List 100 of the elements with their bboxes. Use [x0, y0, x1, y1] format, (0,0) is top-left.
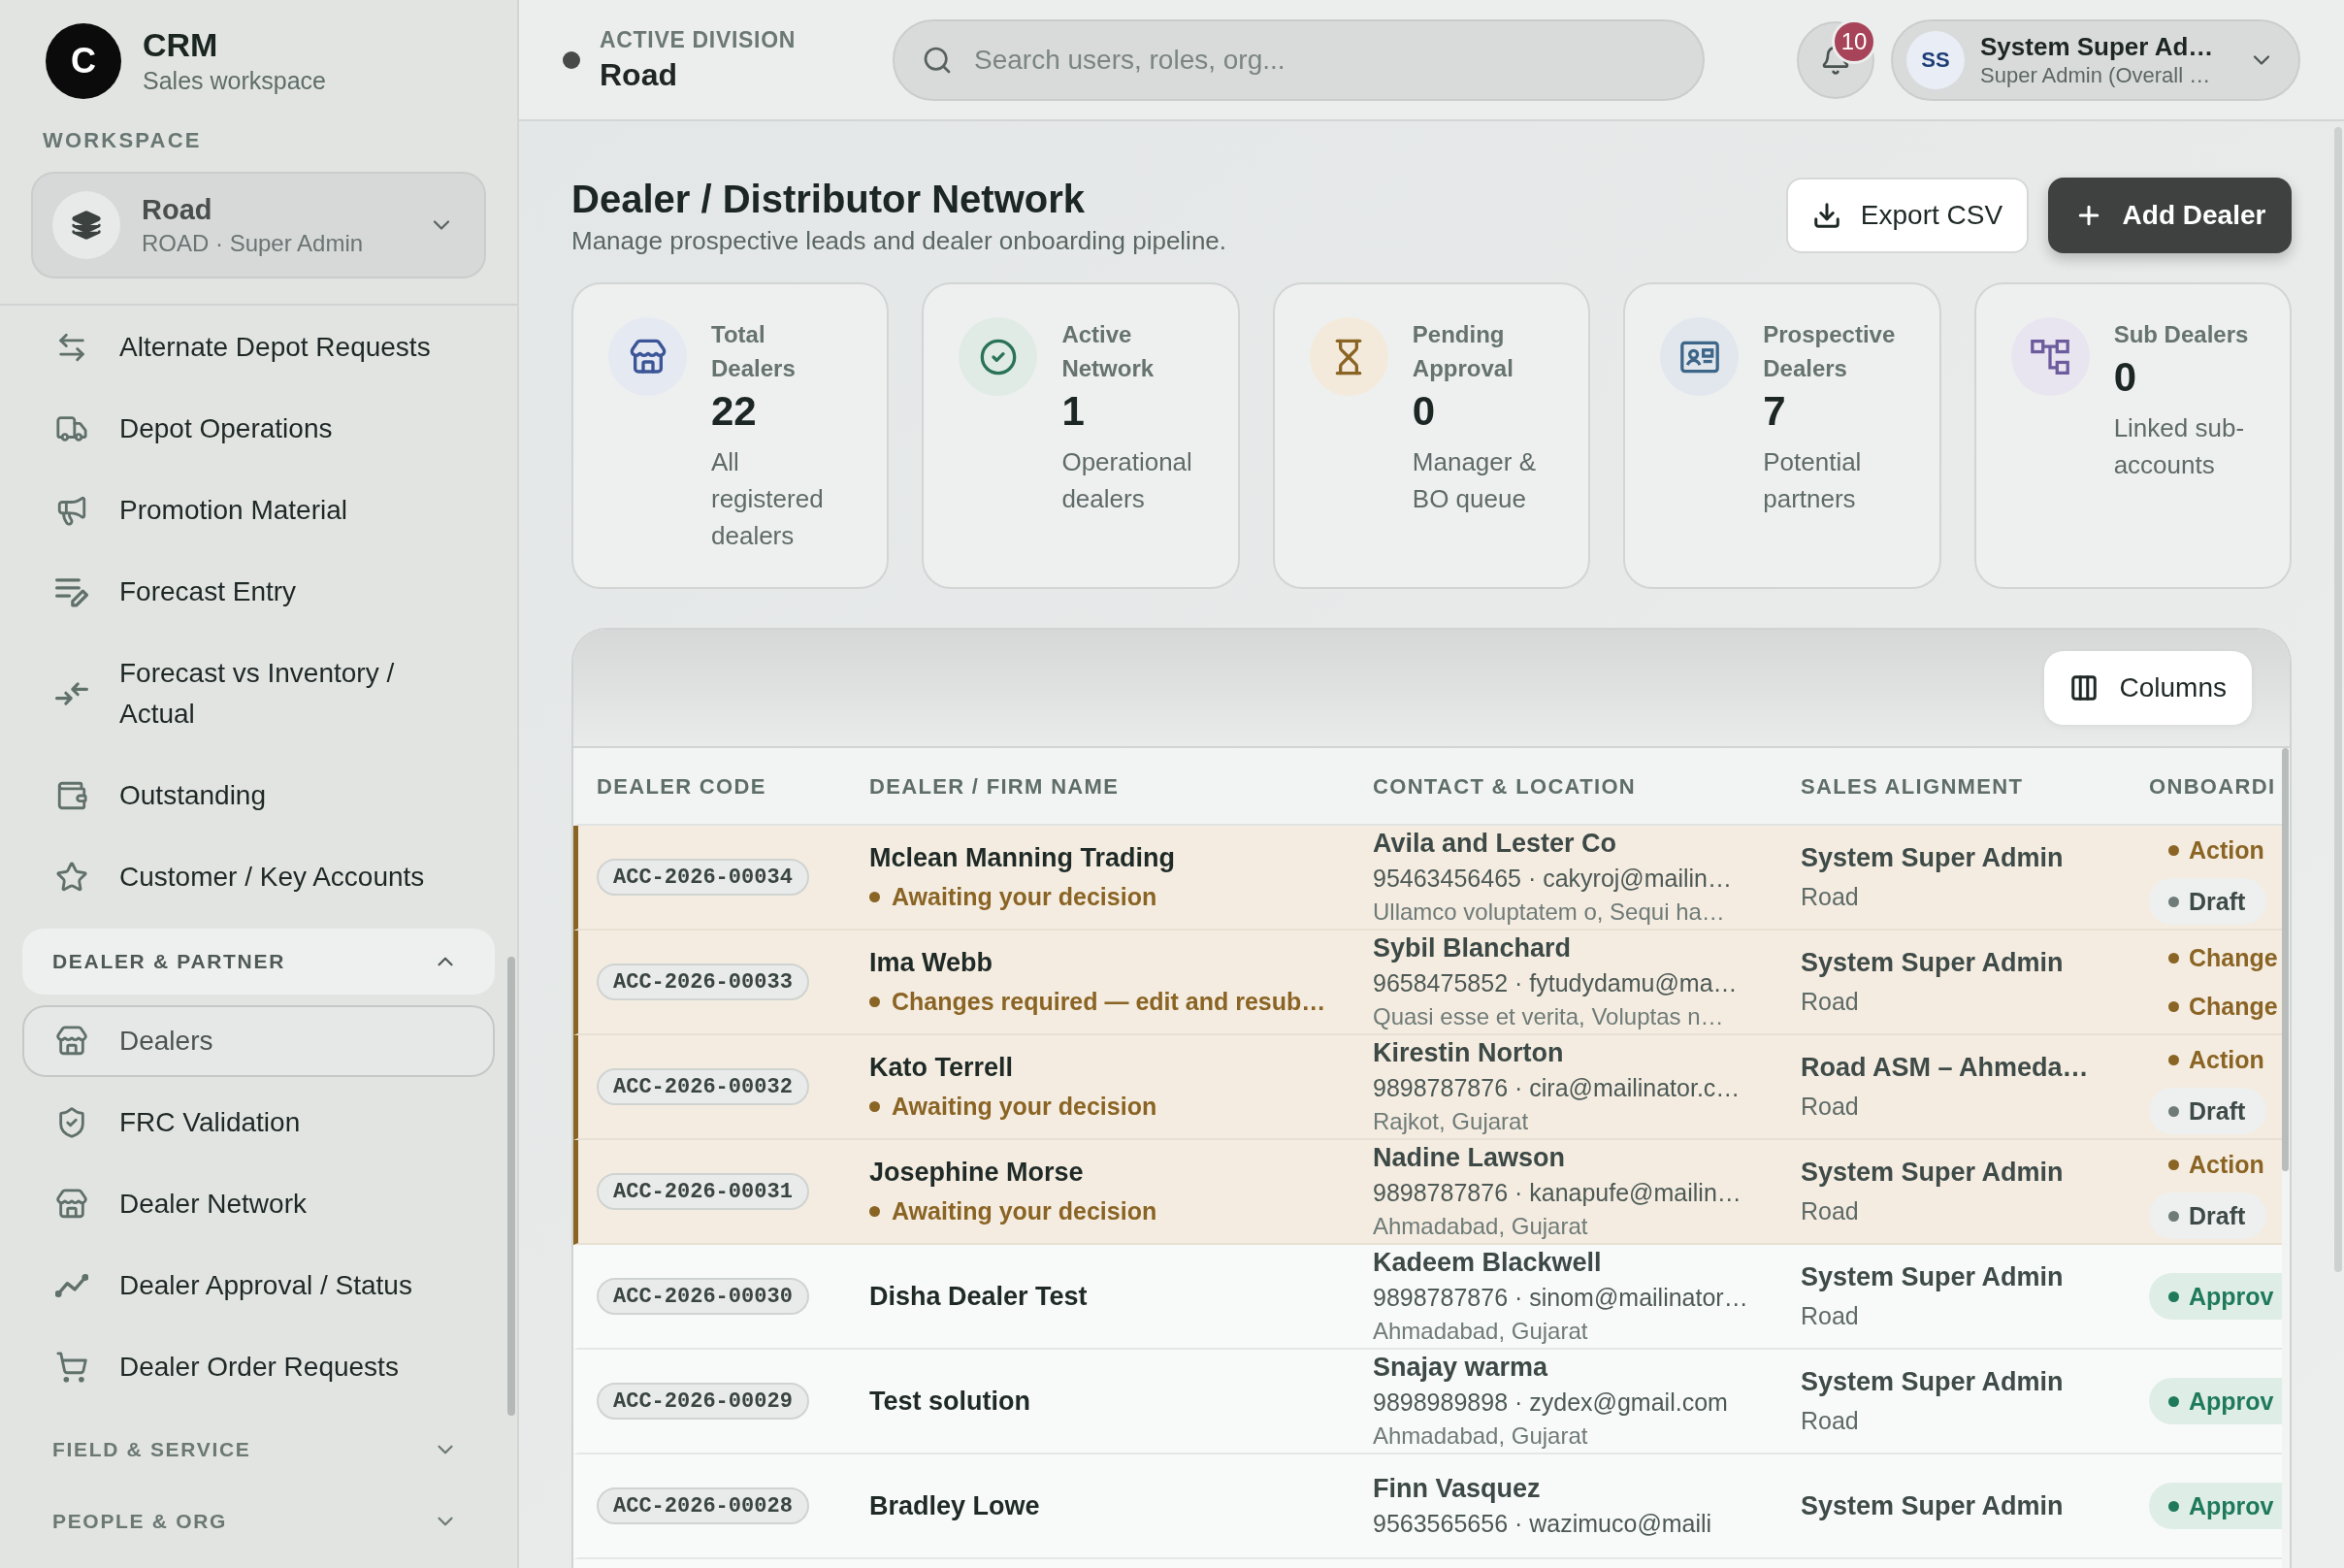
sales-owner: System Super Admin — [1801, 842, 2064, 874]
status-text: Action — [2189, 1045, 2264, 1075]
nav-item[interactable]: Dealer Order Requests — [22, 1331, 495, 1403]
sales-owner: System Super Admin — [1801, 1157, 2064, 1189]
dealer-code: ACC-2026-00031 — [597, 1173, 809, 1210]
logo: C — [46, 23, 121, 99]
scrollbar-thumb[interactable] — [2334, 127, 2342, 1272]
contact-name: Kirestin Norton — [1373, 1036, 1564, 1069]
status-text: Draft — [2189, 1201, 2246, 1231]
nav-item[interactable]: Dealers — [22, 1005, 495, 1077]
contact-details: 9898787876 · kanapufe@mailin… — [1373, 1177, 1742, 1208]
columns-icon — [2068, 673, 2099, 702]
stat-label: Pending Approval — [1412, 320, 1514, 383]
contact-details: 9898787876 · cira@mailinator.c… — [1373, 1072, 1741, 1103]
nav-item[interactable]: Alternate Depot Requests — [22, 311, 495, 383]
store-icon — [55, 1188, 88, 1221]
contact-location: Ullamco voluptatem o, Sequi ha… — [1373, 897, 1725, 927]
column-header: DEALER CODE — [597, 772, 766, 800]
nav-item[interactable]: Promotion Material — [22, 474, 495, 546]
section-header[interactable]: FIELD & SERVICE — [22, 1417, 495, 1483]
firm-name: Josephine Morse — [869, 1157, 1084, 1189]
section-header[interactable]: PEOPLE & ORG — [22, 1488, 495, 1554]
workspace-switcher[interactable]: Road ROAD · Super Admin — [31, 172, 486, 278]
wallet-icon — [55, 779, 88, 812]
cart-icon — [55, 1351, 88, 1384]
stat-label: Prospective Dealers — [1763, 320, 1897, 383]
stat-caption: Manager & BO queue — [1412, 446, 1537, 515]
nav-item[interactable]: Forecast Entry — [22, 556, 495, 628]
sales-area: Road — [1801, 877, 1859, 916]
stat-label: Active Network — [1061, 320, 1156, 383]
stat-caption: All registered dealers — [711, 446, 825, 552]
column-header: DEALER / FIRM NAME — [869, 772, 1120, 800]
workspace-name: Road — [142, 193, 213, 227]
dealer-code: ACC-2026-00028 — [597, 1487, 809, 1524]
contact-details: 9563565656 · wazimuco@maili — [1373, 1508, 1712, 1539]
list-pencil-icon — [55, 575, 88, 608]
firm-name: Test solution — [869, 1386, 1030, 1418]
dealer-code: ACC-2026-00033 — [597, 964, 809, 1000]
nav-item[interactable]: Outstanding — [22, 760, 495, 832]
scrollbar-thumb[interactable] — [507, 957, 515, 1416]
star-icon — [55, 861, 88, 894]
firm-name: Kato Terrell — [869, 1052, 1014, 1084]
export-button[interactable]: Export CSV — [1786, 178, 2029, 253]
scrollbar-thumb[interactable] — [2282, 748, 2289, 1171]
dealer-code: ACC-2026-00032 — [597, 1068, 809, 1105]
sales-owner: System Super Admin — [1801, 947, 2064, 979]
stat-caption: Potential partners — [1763, 446, 1863, 515]
contact-location: Quasi esse et verita, Voluptas n… — [1373, 1001, 1724, 1031]
stat-caption: Operational dealers — [1061, 446, 1193, 515]
status-text: Action — [2189, 1150, 2264, 1180]
stat-value: 7 — [1763, 387, 1786, 436]
nav-item[interactable]: Forecast vs Inventory / Actual — [22, 637, 495, 750]
contact-location: Rajkot, Gujarat — [1373, 1106, 1529, 1136]
division-name: Road — [600, 55, 678, 94]
status-text: Draft — [2189, 1096, 2246, 1127]
contact-name: Kadeem Blackwell — [1373, 1246, 1602, 1279]
column-header: CONTACT & LOCATION — [1373, 772, 1637, 800]
status-text: Approv — [2189, 1282, 2274, 1312]
nav-item[interactable]: Dealer Approval / Status — [22, 1250, 495, 1322]
contact-location: Ahmadabad, Gujarat — [1373, 1421, 1588, 1451]
status-text: Change — [2189, 992, 2278, 1022]
sales-owner: System Super Admin — [1801, 1261, 2064, 1293]
columns-button[interactable]: Columns — [2043, 651, 2252, 725]
nav-item[interactable]: Customer / Key Accounts — [22, 841, 495, 913]
dealer-code: ACC-2026-00029 — [597, 1383, 809, 1420]
brand-subtitle: Sales workspace — [143, 66, 326, 96]
firm-name: Bradley Lowe — [869, 1490, 1040, 1522]
stat-value: 0 — [1412, 387, 1436, 436]
stat-value: 0 — [2113, 353, 2136, 402]
column-header: ONBOARDI — [2149, 772, 2276, 800]
nav-item[interactable]: FRC Validation — [22, 1087, 495, 1159]
section-header[interactable]: DEALER & PARTNER — [22, 929, 495, 995]
user-name: System Super Ad… — [1980, 30, 2215, 62]
contact-name: Snajay warma — [1373, 1351, 1548, 1384]
brand-name: CRM — [143, 25, 219, 64]
status-text: Awaiting your decision — [892, 1196, 1157, 1226]
status-text: Awaiting your decision — [892, 882, 1157, 912]
sales-area: Road — [1801, 1192, 1859, 1230]
sales-area: Road — [1801, 982, 1859, 1021]
sales-owner: System Super Admin — [1801, 1366, 2064, 1398]
sales-area: Road — [1801, 1296, 1859, 1335]
search-field[interactable]: Search users, roles, org... — [893, 18, 1705, 101]
status-text: Awaiting your decision — [892, 1092, 1157, 1122]
notification-button[interactable]: 10 — [1797, 20, 1874, 99]
contact-name: Sybil Blanchard — [1373, 931, 1572, 964]
firm-name: Disha Dealer Test — [869, 1281, 1088, 1313]
sales-area: Road — [1801, 1401, 1859, 1440]
section-label: WORKSPACE — [43, 127, 202, 154]
user-menu[interactable]: SS System Super Ad… Super Admin (Overall … — [1891, 18, 2300, 101]
stat-value: 1 — [1061, 387, 1085, 436]
firm-name: Mclean Manning Trading — [869, 842, 1176, 874]
sales-owner: Road ASM – Ahmeda… — [1801, 1052, 2089, 1084]
status-text: Change — [2189, 943, 2278, 973]
column-header: SALES ALIGNMENT — [1801, 772, 2024, 800]
dealer-code: ACC-2026-00030 — [597, 1278, 809, 1315]
nav-item[interactable]: Dealer Network — [22, 1168, 495, 1240]
nav-item[interactable]: Depot Operations — [22, 393, 495, 465]
contact-name: Finn Vasquez — [1373, 1472, 1541, 1505]
add-button[interactable]: Add Dealer — [2048, 178, 2292, 253]
stat-label: Total Dealers — [711, 320, 797, 383]
